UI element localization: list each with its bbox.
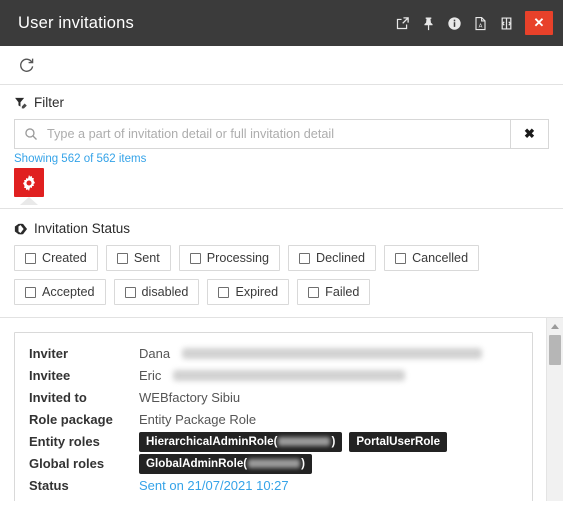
role-badge-text: HierarchicalAdminRole( [146, 434, 278, 448]
filter-icon [14, 96, 28, 110]
maximize-icon[interactable] [493, 0, 519, 46]
detail-value-inviter: Dana [139, 346, 483, 361]
gear-icon[interactable] [14, 168, 44, 197]
detail-label-invited-to: Invited to [29, 390, 87, 405]
detail-row-invited-to: Invited to WEBfactory Sibiu [29, 387, 520, 408]
invitation-status-heading-label: Invitation Status [34, 221, 131, 236]
detail-row-invitee: Invitee Eric [29, 365, 520, 386]
status-chip-expired[interactable]: Expired [207, 279, 290, 305]
checkbox-icon[interactable] [218, 286, 230, 298]
detail-label-inviter: Inviter [29, 346, 69, 361]
checkbox-icon[interactable] [25, 252, 36, 264]
search-icon [15, 120, 47, 148]
status-chip-label: Created [42, 251, 87, 265]
showing-count-label[interactable]: Showing 562 of 562 items [14, 153, 549, 165]
invitation-status-heading: Invitation Status [14, 221, 549, 236]
detail-value-status[interactable]: Sent on 21/07/2021 10:27 [139, 478, 289, 493]
checkbox-icon[interactable] [116, 252, 128, 264]
checkbox-icon[interactable] [308, 286, 320, 298]
tag-icon [14, 222, 28, 236]
checkbox-icon[interactable] [189, 252, 201, 264]
filter-heading: Filter [14, 95, 549, 110]
checkbox-icon[interactable] [124, 286, 136, 298]
status-chip-accepted[interactable]: Accepted [14, 279, 106, 305]
detail-scrollbar[interactable] [546, 318, 563, 501]
role-badge-text: PortalUserRole [356, 434, 441, 448]
status-chip-cancelled[interactable]: Cancelled [384, 245, 480, 271]
clear-search-button[interactable]: ✖ [510, 120, 548, 148]
status-chip-label: Accepted [42, 285, 95, 299]
detail-label-invitee: Invitee [29, 368, 71, 383]
status-chip-label: Declined [316, 251, 366, 265]
settings-wrap [14, 168, 549, 208]
entity-role-badge-0: HierarchicalAdminRole() [139, 431, 343, 452]
status-chip-declined[interactable]: Declined [288, 245, 377, 271]
invitation-detail-area: Inviter Dana Invitee Eric Invited to WEB… [0, 318, 563, 501]
status-chip-label: Cancelled [412, 251, 469, 265]
invitation-status-chips: Created Sent Processing Declined Cancelled Ac… [14, 245, 549, 305]
pdf-icon[interactable]: A [467, 0, 493, 46]
toolbar [0, 46, 563, 85]
popout-icon[interactable] [389, 0, 415, 46]
detail-value-invited-to: WEBfactory Sibiu [139, 390, 241, 405]
detail-row-global-roles: Global roles GlobalAdminRole() [29, 453, 520, 474]
checkbox-icon[interactable] [25, 286, 36, 298]
invitee-name: Eric [139, 368, 162, 383]
window-title: User invitations [18, 13, 134, 32]
settings-caret-icon [20, 197, 38, 205]
status-chip-label: Processing [206, 251, 270, 265]
search-input[interactable] [47, 120, 510, 148]
status-chip-processing[interactable]: Processing [178, 245, 281, 271]
inviter-email-redacted [182, 348, 483, 359]
detail-row-role-package: Role package Entity Package Role [29, 409, 520, 430]
detail-label-status: Status [29, 478, 69, 493]
status-chip-created[interactable]: Created [14, 245, 98, 271]
detail-label-role-package: Role package [29, 412, 113, 427]
global-role-badge-0: GlobalAdminRole() [139, 453, 312, 474]
detail-value-global-roles: GlobalAdminRole() [139, 453, 312, 474]
detail-label-entity-roles: Entity roles [29, 434, 100, 449]
refresh-icon[interactable] [14, 52, 40, 78]
filter-heading-label: Filter [34, 95, 64, 110]
detail-value-role-package: Entity Package Role [139, 412, 257, 427]
status-chip-label: Sent [133, 251, 160, 265]
detail-value-invitee: Eric [139, 368, 406, 383]
filter-section: Filter ✖ Showing 562 of 562 items [0, 85, 563, 209]
role-badge-redacted [278, 436, 331, 446]
detail-row-status: Status Sent on 21/07/2021 10:27 [29, 475, 520, 496]
entity-role-badge-1: PortalUserRole [349, 431, 448, 452]
role-badge-suffix: ) [301, 456, 305, 470]
role-badge-suffix: ) [331, 434, 336, 448]
detail-row-inviter: Inviter Dana [29, 343, 520, 364]
detail-row-entity-roles: Entity roles HierarchicalAdminRole() Port… [29, 431, 520, 452]
status-chip-label: disabled [141, 285, 189, 299]
scrollbar-thumb[interactable] [549, 335, 561, 365]
invitee-email-redacted [173, 370, 406, 381]
pin-icon[interactable] [415, 0, 441, 46]
detail-label-global-roles: Global roles [29, 456, 105, 471]
close-button[interactable]: ✕ [525, 11, 553, 35]
search-row: ✖ [14, 119, 549, 149]
detail-value-entity-roles: HierarchicalAdminRole() PortalUserRole [139, 431, 448, 452]
window-titlebar: User invitations A ✕ [0, 0, 563, 46]
info-icon[interactable] [441, 0, 467, 46]
status-chip-label: Expired [235, 285, 279, 299]
inviter-name: Dana [139, 346, 171, 361]
scroll-up-arrow-icon[interactable] [547, 318, 563, 335]
window-actions: A ✕ [389, 0, 563, 46]
invitation-status-section: Invitation Status Created Sent Processing D… [0, 209, 563, 318]
svg-text:A: A [478, 23, 482, 29]
status-chip-disabled[interactable]: disabled [113, 279, 200, 305]
status-chip-sent[interactable]: Sent [105, 245, 171, 271]
checkbox-icon[interactable] [395, 252, 407, 264]
role-badge-redacted [248, 458, 301, 468]
status-chip-label: Failed [325, 285, 360, 299]
role-badge-text: GlobalAdminRole( [146, 456, 248, 470]
invitation-detail-card: Inviter Dana Invitee Eric Invited to WEB… [14, 332, 533, 501]
status-chip-failed[interactable]: Failed [297, 279, 371, 305]
checkbox-icon[interactable] [299, 252, 311, 264]
